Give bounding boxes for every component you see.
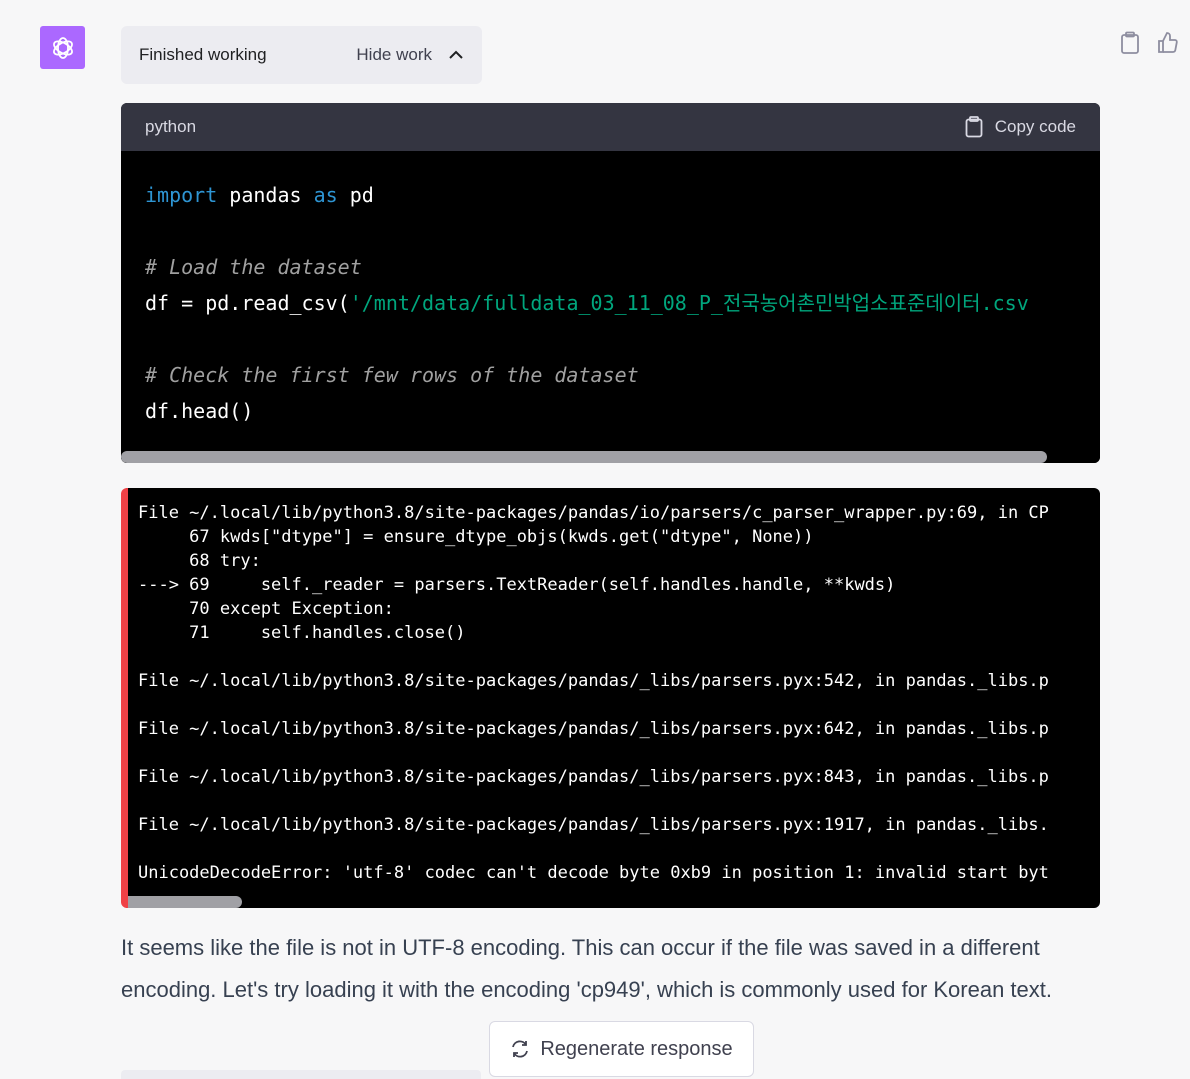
error-output-block: File ~/.local/lib/python3.8/site-package…: [121, 488, 1100, 908]
code-line: df = pd.read_csv('/mnt/data/fulldata_03_…: [145, 285, 1076, 321]
error-line: 71 self.handles.close(): [138, 623, 466, 643]
code-token: # Load the dataset: [145, 255, 362, 279]
error-line: 70 except Exception:: [138, 599, 394, 619]
error-line: [138, 837, 1100, 861]
regenerate-response-button[interactable]: Regenerate response: [489, 1021, 754, 1077]
copy-code-button[interactable]: Copy code: [965, 116, 1076, 138]
code-line: # Load the dataset: [145, 249, 1076, 285]
thumbs-up-icon: [1158, 32, 1178, 53]
code-block: python Copy code import pandas as pd # Lo…: [121, 103, 1100, 463]
error-output-content: File ~/.local/lib/python3.8/site-package…: [128, 488, 1100, 896]
code-language-label: python: [145, 117, 197, 136]
error-line: File ~/.local/lib/python3.8/site-package…: [138, 671, 1049, 691]
error-line: File ~/.local/lib/python3.8/site-package…: [138, 503, 1049, 523]
scrollbar-thumb[interactable]: [121, 451, 1047, 463]
code-token: df = pd.read_csv(: [145, 291, 350, 315]
refresh-icon: [512, 1040, 529, 1058]
chevron-up-icon: [449, 50, 463, 59]
message-actions: [1118, 30, 1180, 56]
scrollbar-thumb[interactable]: [128, 896, 242, 908]
error-line: [138, 693, 1100, 717]
work-status-label: Finished working: [139, 45, 267, 64]
error-line: [138, 789, 1100, 813]
assistant-avatar: [40, 26, 85, 69]
copy-code-label: Copy code: [994, 117, 1076, 136]
hide-work-button[interactable]: Hide work: [356, 45, 464, 65]
horizontal-scrollbar[interactable]: [121, 451, 1100, 463]
error-line: File ~/.local/lib/python3.8/site-package…: [138, 719, 1049, 739]
error-line: 68 try:: [138, 551, 261, 571]
clipboard-icon: [965, 116, 983, 138]
code-token: '/mnt/data/fulldata_03_11_08_P_전국농어촌민박업소…: [349, 291, 1029, 315]
code-token: pandas: [217, 183, 314, 207]
assistant-response-text: It seems like the file is not in UTF-8 e…: [121, 935, 1053, 1002]
error-line: 67 kwds["dtype"] = ensure_dtype_objs(kwd…: [138, 527, 814, 547]
work-status-bar: Finished working Hide work: [121, 26, 482, 84]
error-line: UnicodeDecodeError: 'utf-8' codec can't …: [138, 863, 1049, 883]
code-token: df.head(): [145, 399, 254, 423]
code-line: df.head(): [145, 393, 1076, 429]
regenerate-label: Regenerate response: [540, 1037, 733, 1060]
code-line: import pandas as pd: [145, 177, 1076, 213]
code-token: import: [145, 183, 218, 207]
code-token: # Check the first few rows of the datase…: [145, 363, 639, 387]
chat-page: Finished working Hide work python Copy c…: [0, 0, 1190, 1079]
thumbs-up-button[interactable]: [1156, 30, 1180, 56]
openai-logo-icon: [52, 36, 73, 59]
next-message-edge: [121, 1070, 481, 1079]
error-line: [138, 741, 1100, 765]
copy-message-button[interactable]: [1118, 30, 1142, 56]
clipboard-icon: [1121, 31, 1139, 54]
error-line: File ~/.local/lib/python3.8/site-package…: [138, 815, 1049, 835]
error-line: [138, 645, 1100, 669]
code-block-header: python Copy code: [121, 103, 1100, 151]
error-line: File ~/.local/lib/python3.8/site-package…: [138, 767, 1049, 787]
code-content: import pandas as pd # Load the dataset df …: [121, 151, 1100, 449]
code-token: as: [313, 183, 338, 207]
error-line: ---> 69 self._reader = parsers.TextReade…: [138, 575, 896, 595]
code-token: pd: [337, 183, 374, 207]
hide-work-label: Hide work: [356, 45, 432, 64]
code-line: # Check the first few rows of the datase…: [145, 357, 1076, 393]
